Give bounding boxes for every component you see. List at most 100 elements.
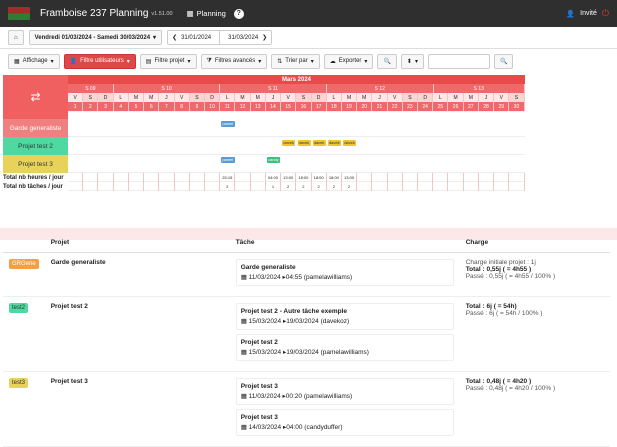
trier-button[interactable]: ⇅ Trier par ▾ xyxy=(271,53,320,69)
search-input[interactable] xyxy=(427,53,490,69)
date-cell[interactable]: 21 xyxy=(372,102,388,111)
task-box[interactable]: Garde generaliste ▦ 11/03/2024 ▸04:55 (pa… xyxy=(235,259,454,286)
filtres-avances-button[interactable]: ⧩ Filtres avancés ▾ xyxy=(200,53,268,69)
affichage-button[interactable]: ▦ Affichage ▾ xyxy=(8,53,60,69)
date-cell[interactable]: 2 xyxy=(83,102,99,111)
app-version: v1.51.00 xyxy=(151,10,173,17)
date-cell[interactable]: 16 xyxy=(296,102,312,111)
date-cell[interactable]: 11 xyxy=(220,102,236,111)
planning-link[interactable]: ▦ Planning xyxy=(187,9,226,18)
day-cell: M xyxy=(463,93,479,102)
date-cell[interactable]: 27 xyxy=(463,102,479,111)
project-tag[interactable]: test2 xyxy=(9,303,29,313)
date-cell[interactable]: 3 xyxy=(98,102,114,111)
task-bar[interactable]: davek xyxy=(297,140,311,146)
task-bar[interactable]: pamel xyxy=(221,157,235,163)
total-cell xyxy=(190,173,205,182)
search-button[interactable]: 🔍 xyxy=(493,53,514,69)
total-label: Total nb heures / jour xyxy=(3,174,64,181)
task-bar[interactable]: candy xyxy=(267,157,281,163)
date-cell[interactable]: 7 xyxy=(159,102,175,111)
task-box[interactable]: Projet test 3 ▦ 11/03/2024 ▸00:20 (pamela… xyxy=(235,378,454,405)
date-cell[interactable]: 5 xyxy=(128,102,145,111)
date-header: 1 2 3 4 5 6 7 8 9 10 11 12 13 14 15 16 17 18 19 20 21 22 23 24 2… xyxy=(68,102,525,112)
date-cell[interactable]: 20 xyxy=(357,102,373,111)
task-bar[interactable]: davek xyxy=(312,140,326,146)
totals-row: 2122222 xyxy=(68,182,525,191)
vertical-sort-button[interactable]: ⬍ ▾ xyxy=(400,53,424,69)
task-info: ▦ 15/03/2024 ▸19/03/2024 (pamelawilliams… xyxy=(240,349,369,356)
app-logo[interactable] xyxy=(8,7,30,20)
date-cell[interactable]: 25 xyxy=(433,102,449,111)
date-cell[interactable]: 29 xyxy=(494,102,510,111)
project-name-cell: Projet test 2 xyxy=(44,296,230,372)
total-cell xyxy=(129,182,145,191)
date-cell[interactable]: 6 xyxy=(144,102,160,111)
date-cell[interactable]: 24 xyxy=(418,102,434,111)
logout-icon[interactable]: ⏻ xyxy=(602,8,609,19)
charge-cell: Total : 0,48j ( = 4h20 ) Passé : 0,48j ( … xyxy=(459,371,610,447)
date-cell[interactable]: 4 xyxy=(113,102,129,111)
prev-period-button[interactable]: ❮ 31/01/2024 xyxy=(168,31,221,44)
date-cell[interactable]: 18 xyxy=(326,102,342,111)
project-tag[interactable]: GRGene xyxy=(9,259,39,269)
date-cell[interactable]: 26 xyxy=(448,102,464,111)
date-cell[interactable]: 23 xyxy=(402,102,419,111)
total-cell xyxy=(433,173,449,182)
date-cell[interactable]: 9 xyxy=(189,102,205,111)
day-cell: D xyxy=(98,93,114,102)
project-name[interactable]: Garde generaliste xyxy=(51,259,106,266)
charge-line: Passé : 6j ( = 54h / 100% ) xyxy=(465,310,543,317)
task-bar[interactable]: pamel xyxy=(221,121,235,127)
day-cell: M xyxy=(357,93,373,102)
task-bar[interactable]: davek xyxy=(327,140,342,146)
task-box[interactable]: Projet test 2 - Autre tâche exemple ▦ 15/… xyxy=(235,303,454,330)
date-cell[interactable]: 14 xyxy=(265,102,282,111)
period-select[interactable]: Vendredi 01/03/2024 - Samedi 30/03/2024 ▾ xyxy=(28,30,163,45)
date-cell[interactable]: 30 xyxy=(509,102,525,111)
task-box[interactable]: Projet test 3 ▦ 14/03/2024 ▸04:00 (candyd… xyxy=(235,409,454,436)
user-menu[interactable]: 👤 Invité ⏻ xyxy=(566,8,609,19)
total-cell xyxy=(159,182,175,191)
exporter-button[interactable]: ☁ Exporter ▾ xyxy=(323,53,374,69)
project-table-row: GRGene Garde generaliste Garde generaliste… xyxy=(3,252,610,297)
project-name[interactable]: Projet test 2 xyxy=(51,303,88,310)
task-box[interactable]: Projet test 2 ▦ 15/03/2024 ▸19/03/2024 (p… xyxy=(235,334,454,361)
date-cell[interactable]: 15 xyxy=(281,102,297,111)
total-cell xyxy=(403,182,419,191)
project-name[interactable]: Projet test 3 xyxy=(51,378,88,385)
project-row-label[interactable]: Garde generaliste xyxy=(3,119,68,137)
day-cell: J xyxy=(159,93,175,102)
day-cell: L xyxy=(113,93,129,102)
date-cell[interactable]: 28 xyxy=(478,102,495,111)
week-cell: S 11 xyxy=(220,84,327,93)
day-cell: L xyxy=(326,93,342,102)
task-bar[interactable]: davek xyxy=(343,140,357,146)
filtre-projet-button[interactable]: ▤ Filtre projet ▾ xyxy=(139,53,197,69)
project-table-row: test3 Projet test 3 Projet test 3 ▦ 11/03/2… xyxy=(3,371,610,447)
help-icon[interactable]: ? xyxy=(233,8,244,19)
swap-icon[interactable]: ⇄ xyxy=(3,75,68,119)
filtre-utilisateurs-button[interactable]: 👤 Filtre utilisateurs ▾ xyxy=(63,53,136,69)
task-bar[interactable]: davek xyxy=(282,140,296,146)
project-row-label[interactable]: Projet test 2 xyxy=(3,137,68,155)
date-cell[interactable]: 10 xyxy=(204,102,221,111)
date-cell[interactable]: 17 xyxy=(311,102,327,111)
date-cell[interactable]: 1 xyxy=(68,102,84,111)
date-cell[interactable]: 8 xyxy=(174,102,190,111)
updown-icon: ⬍ xyxy=(406,58,412,65)
day-cell: V xyxy=(387,93,403,102)
date-cell[interactable]: 22 xyxy=(387,102,403,111)
date-cell[interactable]: 12 xyxy=(235,102,251,111)
home-button[interactable]: ⌂ xyxy=(8,30,24,45)
project-row-label[interactable]: Projet test 3 xyxy=(3,155,68,173)
date-cell[interactable]: 19 xyxy=(341,102,358,111)
zoom-button[interactable]: 🔍 xyxy=(377,53,397,69)
date-cell[interactable]: 13 xyxy=(250,102,266,111)
total-label: Total nb tâches / jour xyxy=(3,183,63,190)
next-period-button[interactable]: 31/03/2024 ❯ xyxy=(220,31,271,44)
day-cell: S xyxy=(509,93,525,102)
charge-line: Total : 6j ( = 54h) xyxy=(465,303,517,310)
project-tag[interactable]: test3 xyxy=(9,378,29,388)
app-title[interactable]: Framboise 237 Planning xyxy=(40,8,148,19)
